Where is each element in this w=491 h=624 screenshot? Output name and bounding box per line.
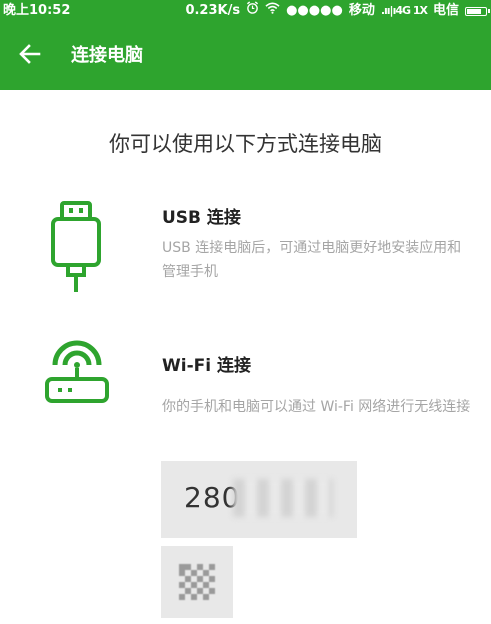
- status-time: 晚上10:52: [3, 3, 71, 18]
- qr-code-box: [161, 546, 233, 618]
- cellular-signal-icon: .ıı|ı4G 1X: [380, 4, 428, 17]
- code-blur-mask: [233, 479, 333, 517]
- status-indicators: 0.23K/s ●●●●● 移动 .ıı|ı4G 1X 电信: [185, 0, 490, 22]
- battery-icon: [465, 6, 490, 16]
- wifi-method-title: Wi-Fi 连接: [162, 356, 251, 376]
- page-title: 连接电脑: [71, 45, 143, 66]
- connection-code-box: 280: [161, 461, 357, 538]
- wifi-method-description: 你的手机和电脑可以通过 Wi-Fi 网络进行无线连接: [162, 399, 471, 415]
- carrier-mobile: 移动: [348, 3, 375, 18]
- arrow-left-icon: [19, 44, 41, 68]
- connection-code: 280: [184, 481, 241, 514]
- alarm-icon: [246, 0, 259, 22]
- wifi-router-icon: [44, 336, 110, 412]
- signal-strength-dots: ●●●●●: [286, 3, 343, 18]
- usb-method-title: USB 连接: [162, 208, 241, 228]
- status-bar: 晚上10:52 0.23K/s ●●●●● 移动 .ıı|ı4G 1X 电信: [0, 0, 491, 22]
- network-speed: 0.23K/s: [185, 3, 241, 18]
- usb-method-description: USB 连接电脑后，可通过电脑更好地安装应用和管理手机: [162, 240, 462, 280]
- instructions-headline: 你可以使用以下方式连接电脑: [109, 132, 382, 156]
- app-bar: 连接电脑: [0, 22, 491, 90]
- usb-plug-icon: [50, 200, 102, 299]
- battery-level: [467, 8, 482, 14]
- carrier-telecom: 电信: [432, 3, 459, 18]
- wifi-icon: [265, 0, 280, 22]
- back-button[interactable]: [12, 40, 48, 72]
